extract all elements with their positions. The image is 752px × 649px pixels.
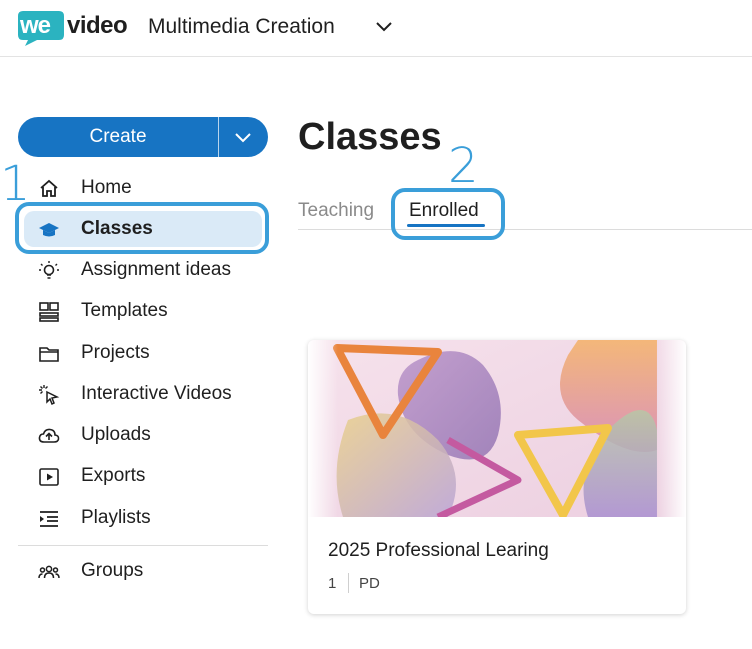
wevideo-logo[interactable]: we video bbox=[17, 9, 128, 49]
sidebar-item-label: Home bbox=[81, 177, 132, 198]
sidebar-item-label: Assignment ideas bbox=[81, 259, 231, 280]
sidebar-item-assignment-ideas[interactable]: Assignment ideas bbox=[18, 250, 268, 290]
class-member-count: 1 bbox=[328, 575, 337, 592]
sidebar-item-label: Templates bbox=[81, 300, 168, 321]
workspace-name[interactable]: Multimedia Creation bbox=[148, 15, 335, 39]
lightbulb-icon bbox=[39, 261, 59, 279]
sidebar-item-home[interactable]: Home bbox=[18, 168, 268, 208]
sidebar-item-projects[interactable]: Projects bbox=[18, 333, 268, 373]
class-code: PD bbox=[359, 575, 380, 592]
sidebar-item-interactive-videos[interactable]: Interactive Videos bbox=[18, 374, 268, 414]
sidebar-item-label: Uploads bbox=[81, 424, 151, 445]
step-marker-2: 2 bbox=[448, 138, 479, 194]
page-title: Classes bbox=[298, 116, 442, 158]
top-bar: we video Multimedia Creation bbox=[0, 0, 752, 57]
sidebar-item-templates[interactable]: Templates bbox=[18, 291, 268, 331]
graduation-cap-icon bbox=[39, 223, 59, 237]
cloud-upload-icon bbox=[38, 428, 60, 443]
playlist-icon bbox=[40, 511, 58, 527]
card-meta-divider bbox=[348, 573, 349, 593]
annotation-box-enrolled bbox=[391, 188, 505, 240]
sidebar-item-label: Classes bbox=[81, 218, 153, 239]
sidebar-item-label: Interactive Videos bbox=[81, 383, 232, 404]
templates-icon bbox=[39, 302, 59, 322]
tabs-divider bbox=[298, 229, 752, 230]
logo-we-text: we bbox=[20, 12, 51, 39]
create-button-group: Create bbox=[18, 117, 268, 157]
sidebar-item-label: Playlists bbox=[81, 507, 151, 528]
create-button[interactable]: Create bbox=[18, 117, 218, 157]
sidebar-divider bbox=[18, 545, 268, 546]
folder-icon bbox=[39, 347, 59, 362]
class-card[interactable]: 2025 Professional Learing 1 PD bbox=[308, 340, 686, 614]
logo-video-text: video bbox=[67, 12, 128, 39]
class-thumbnail bbox=[308, 340, 686, 517]
sidebar-item-exports[interactable]: Exports bbox=[18, 456, 268, 496]
sidebar-item-uploads[interactable]: Uploads bbox=[18, 415, 268, 455]
class-card-title[interactable]: 2025 Professional Learing bbox=[328, 540, 549, 562]
play-box-icon bbox=[39, 468, 59, 486]
sidebar-item-label: Exports bbox=[81, 465, 146, 486]
cursor-click-icon bbox=[39, 385, 60, 406]
chevron-down-icon[interactable] bbox=[374, 16, 394, 36]
create-dropdown-chevron-icon[interactable] bbox=[233, 127, 253, 147]
sidebar-item-playlists[interactable]: Playlists bbox=[18, 498, 268, 538]
create-divider bbox=[218, 117, 219, 157]
sidebar-item-label: Groups bbox=[81, 560, 144, 581]
sidebar-item-groups[interactable]: Groups bbox=[18, 551, 268, 591]
groups-icon bbox=[38, 565, 60, 579]
sidebar-item-label: Projects bbox=[81, 342, 150, 363]
tab-teaching[interactable]: Teaching bbox=[298, 200, 374, 222]
home-icon bbox=[40, 179, 58, 197]
sidebar-item-classes[interactable]: Classes bbox=[18, 209, 268, 249]
